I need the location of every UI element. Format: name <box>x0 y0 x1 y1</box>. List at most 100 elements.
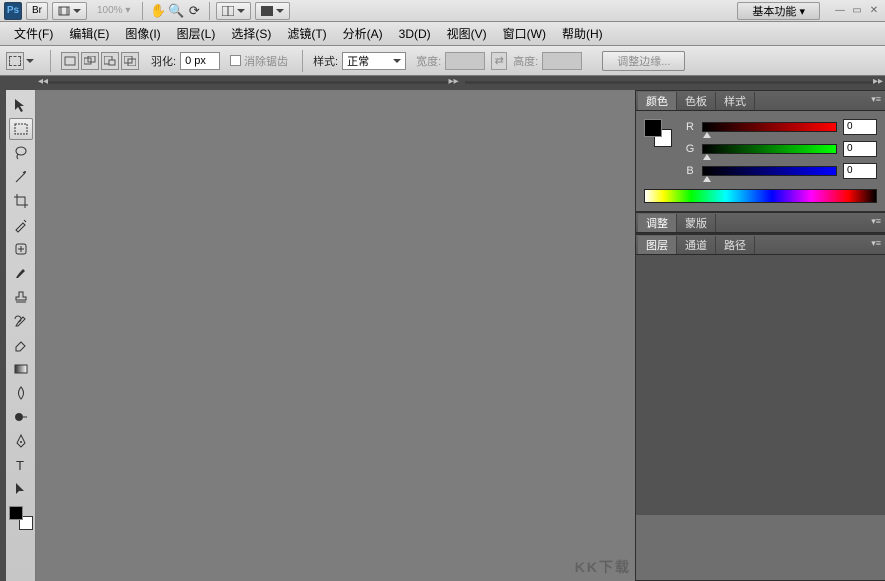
app-titlebar: Ps Br 100% ▾ ✋ 🔍 ⟳ 基本功能 ▾ — ▭ ✕ <box>0 0 885 22</box>
menu-layer[interactable]: 图层(L) <box>169 22 224 45</box>
dodge-tool[interactable] <box>9 406 33 428</box>
zoom-level[interactable]: 100% ▾ <box>91 5 136 16</box>
brush-tool[interactable] <box>9 262 33 284</box>
tab-channels[interactable]: 通道 <box>677 236 716 254</box>
separator <box>50 50 51 72</box>
menu-window[interactable]: 窗口(W) <box>495 22 554 45</box>
tab-styles[interactable]: 样式 <box>716 92 755 110</box>
menu-view[interactable]: 视图(V) <box>439 22 495 45</box>
options-bar: 羽化: 0 px 消除锯齿 样式: 正常 宽度: ⇄ 高度: 调整边缘... <box>0 46 885 76</box>
g-value[interactable]: 0 <box>843 141 877 157</box>
tab-paths[interactable]: 路径 <box>716 236 755 254</box>
panel-collapse-bar[interactable]: ◂◂▸▸ ▸▸ <box>0 76 885 90</box>
menu-help[interactable]: 帮助(H) <box>554 22 611 45</box>
healing-tool[interactable] <box>9 238 33 260</box>
menu-file[interactable]: 文件(F) <box>6 22 61 45</box>
work-area: T KK下载 颜色 色板 样式 ▾≡ <box>0 90 885 581</box>
menu-filter[interactable]: 滤镜(T) <box>279 22 334 45</box>
screenmode-button[interactable] <box>255 2 290 20</box>
panel-menu-icon[interactable]: ▾≡ <box>871 238 881 249</box>
panel-menu-icon[interactable]: ▾≡ <box>871 94 881 105</box>
type-tool[interactable]: T <box>9 454 33 476</box>
b-value[interactable]: 0 <box>843 163 877 179</box>
move-tool[interactable] <box>9 94 33 116</box>
minibridge-button[interactable] <box>52 2 87 20</box>
panels-column: 颜色 色板 样式 ▾≡ R 0 <box>635 90 885 581</box>
arrange-button[interactable] <box>216 2 251 20</box>
r-value[interactable]: 0 <box>843 119 877 135</box>
separator <box>142 2 143 20</box>
workspace-switcher[interactable]: 基本功能 ▾ <box>737 2 820 20</box>
rotate-icon[interactable]: ⟳ <box>185 3 203 19</box>
panel-fg-swatch[interactable] <box>644 119 662 137</box>
selection-add[interactable] <box>81 52 99 70</box>
arrange-icon <box>222 6 234 16</box>
bridge-button[interactable]: Br <box>26 2 48 20</box>
selection-intersect[interactable] <box>121 52 139 70</box>
layers-panel: 图层 通道 路径 ▾≡ <box>635 234 885 581</box>
svg-text:T: T <box>16 458 24 473</box>
marquee-tool[interactable] <box>9 118 33 140</box>
tool-preset-picker[interactable] <box>6 52 24 70</box>
menu-analysis[interactable]: 分析(A) <box>335 22 391 45</box>
color-swatches[interactable] <box>9 506 33 530</box>
feather-label: 羽化: <box>151 53 176 69</box>
zoom-icon[interactable]: 🔍 <box>167 3 185 19</box>
ps-logo: Ps <box>4 2 22 20</box>
film-icon <box>58 5 70 17</box>
b-slider[interactable] <box>702 166 837 176</box>
spectrum-strip[interactable] <box>644 189 877 203</box>
minimize-button[interactable]: — <box>833 4 847 18</box>
wand-tool[interactable] <box>9 166 33 188</box>
foreground-swatch[interactable] <box>9 506 23 520</box>
path-select-tool[interactable] <box>9 478 33 500</box>
feather-input[interactable]: 0 px <box>180 52 220 70</box>
color-panel: 颜色 色板 样式 ▾≡ R 0 <box>635 90 885 212</box>
menu-edit[interactable]: 编辑(E) <box>61 22 117 45</box>
r-label: R <box>684 121 696 133</box>
color-panel-tabs: 颜色 色板 样式 ▾≡ <box>636 91 885 111</box>
tab-layers[interactable]: 图层 <box>638 236 677 254</box>
screen-icon <box>261 6 273 16</box>
tab-swatches[interactable]: 色板 <box>677 92 716 110</box>
tab-adjustments[interactable]: 调整 <box>638 214 677 232</box>
eyedropper-tool[interactable] <box>9 214 33 236</box>
refine-edge-button[interactable]: 调整边缘... <box>602 51 685 71</box>
separator <box>302 50 303 72</box>
link-dimensions: ⇄ <box>491 52 507 70</box>
g-slider[interactable] <box>702 144 837 154</box>
panel-menu-icon[interactable]: ▾≡ <box>871 216 881 227</box>
r-slider[interactable] <box>702 122 837 132</box>
blur-tool[interactable] <box>9 382 33 404</box>
chevron-down-icon[interactable] <box>26 59 34 63</box>
canvas-area[interactable]: KK下载 <box>36 90 635 581</box>
style-select[interactable]: 正常 <box>342 52 406 70</box>
pen-tool[interactable] <box>9 430 33 452</box>
separator <box>209 2 210 20</box>
menubar: 文件(F) 编辑(E) 图像(I) 图层(L) 选择(S) 滤镜(T) 分析(A… <box>0 22 885 46</box>
history-brush-tool[interactable] <box>9 310 33 332</box>
maximize-button[interactable]: ▭ <box>850 4 864 18</box>
height-input <box>542 52 582 70</box>
gradient-tool[interactable] <box>9 358 33 380</box>
hand-icon[interactable]: ✋ <box>149 3 167 19</box>
stamp-tool[interactable] <box>9 286 33 308</box>
lasso-tool[interactable] <box>9 142 33 164</box>
g-label: G <box>684 143 696 155</box>
eraser-tool[interactable] <box>9 334 33 356</box>
tab-masks[interactable]: 蒙版 <box>677 214 716 232</box>
selection-subtract[interactable] <box>101 52 119 70</box>
menu-image[interactable]: 图像(I) <box>117 22 168 45</box>
b-label: B <box>684 165 696 177</box>
menu-select[interactable]: 选择(S) <box>223 22 279 45</box>
menu-3d[interactable]: 3D(D) <box>391 24 439 44</box>
close-button[interactable]: ✕ <box>867 4 881 18</box>
style-label: 样式: <box>313 53 338 69</box>
antialias-checkbox: 消除锯齿 <box>230 53 288 69</box>
tab-color[interactable]: 颜色 <box>638 92 677 110</box>
selection-new[interactable] <box>61 52 79 70</box>
crop-tool[interactable] <box>9 190 33 212</box>
layers-list[interactable] <box>636 255 885 515</box>
panel-color-swatches[interactable] <box>644 119 672 147</box>
width-input <box>445 52 485 70</box>
